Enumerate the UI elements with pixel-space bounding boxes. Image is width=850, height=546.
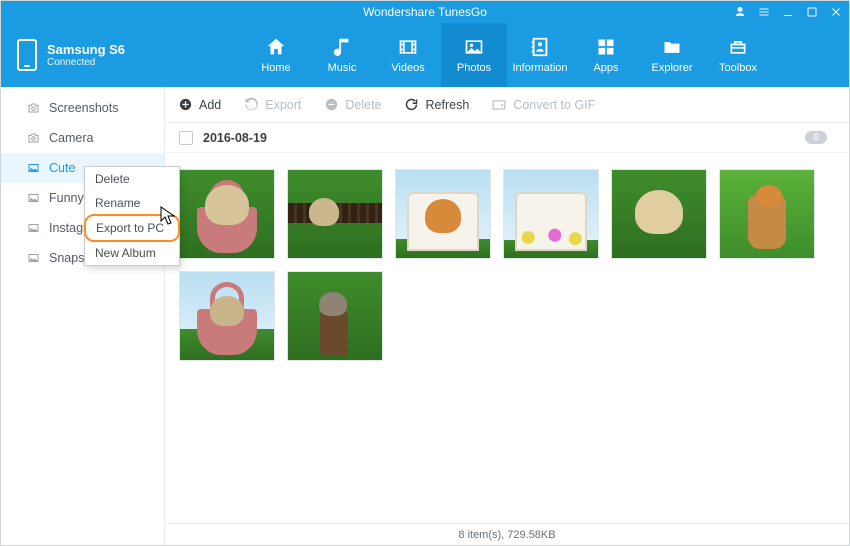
context-menu-new-album[interactable]: New Album [85, 241, 179, 265]
video-icon [395, 36, 421, 58]
nav-toolbox[interactable]: Toolbox [705, 23, 771, 87]
export-button[interactable]: Export [243, 97, 301, 113]
gif-icon [491, 97, 507, 113]
nav-apps[interactable]: Apps [573, 23, 639, 87]
device-status: Connected [47, 57, 125, 68]
device-panel[interactable]: Samsung S6 Connected [1, 23, 165, 87]
menu-icon[interactable] [757, 5, 771, 19]
photo-thumbnail[interactable] [395, 169, 491, 259]
titlebar: Wondershare TunesGo [1, 1, 849, 23]
photo-thumbnail[interactable] [503, 169, 599, 259]
nav-music[interactable]: Music [309, 23, 375, 87]
image-icon [25, 251, 41, 265]
window-controls [733, 1, 843, 23]
nav-explorer[interactable]: Explorer [639, 23, 705, 87]
nav-label: Explorer [652, 62, 693, 74]
image-icon [25, 191, 41, 205]
toolbar-label: Export [265, 98, 301, 112]
contacts-icon [527, 36, 553, 58]
device-name: Samsung S6 [47, 42, 125, 57]
phone-icon [17, 39, 37, 71]
delete-button[interactable]: Delete [323, 97, 381, 113]
date-section-header[interactable]: 2016-08-19 8 [165, 123, 849, 153]
photo-thumbnail[interactable] [179, 271, 275, 361]
plus-icon [177, 97, 193, 113]
nav-videos[interactable]: Videos [375, 23, 441, 87]
toolbar-label: Refresh [426, 98, 470, 112]
photo-thumbnail[interactable] [611, 169, 707, 259]
content-area: Screenshots Camera Cute Funny Instagram … [1, 87, 849, 545]
toolbox-icon [725, 36, 751, 58]
top-nav: Home Music Videos Photos Information App… [165, 23, 849, 87]
nav-label: Apps [593, 62, 618, 74]
photos-icon [461, 36, 487, 58]
nav-label: Home [261, 62, 290, 74]
section-count-badge: 8 [805, 131, 827, 144]
photo-thumbnail[interactable] [719, 169, 815, 259]
context-menu-delete[interactable]: Delete [85, 167, 179, 191]
image-icon [25, 161, 41, 175]
nav-label: Photos [457, 62, 491, 74]
add-button[interactable]: Add [177, 97, 221, 113]
maximize-icon[interactable] [805, 5, 819, 19]
nav-label: Videos [391, 62, 424, 74]
minimize-icon[interactable] [781, 5, 795, 19]
app-title: Wondershare TunesGo [363, 5, 487, 19]
image-icon [25, 221, 41, 235]
toolbar-label: Delete [345, 98, 381, 112]
status-text: 8 item(s), 729.58KB [458, 529, 555, 541]
sidebar-item-camera[interactable]: Camera [1, 123, 164, 153]
home-icon [263, 36, 289, 58]
sidebar: Screenshots Camera Cute Funny Instagram … [1, 87, 165, 545]
sidebar-label: Cute [49, 161, 75, 175]
refresh-icon [404, 97, 420, 113]
refresh-button[interactable]: Refresh [404, 97, 470, 113]
camera-icon [25, 101, 41, 115]
user-icon[interactable] [733, 5, 747, 19]
nav-label: Music [328, 62, 357, 74]
main-panel: Add Export Delete Refresh Convert to GIF… [165, 87, 849, 545]
close-icon[interactable] [829, 5, 843, 19]
folder-icon [659, 36, 685, 58]
export-icon [243, 97, 259, 113]
sidebar-label: Screenshots [49, 101, 118, 115]
toolbar: Add Export Delete Refresh Convert to GIF [165, 87, 849, 123]
nav-photos[interactable]: Photos [441, 23, 507, 87]
photo-grid [165, 153, 849, 377]
nav-information[interactable]: Information [507, 23, 573, 87]
nav-label: Information [512, 62, 567, 74]
toolbar-label: Convert to GIF [513, 98, 595, 112]
status-bar: 8 item(s), 729.58KB [165, 523, 849, 545]
delete-icon [323, 97, 339, 113]
camera-icon [25, 131, 41, 145]
cursor-icon [160, 206, 176, 226]
apps-icon [593, 36, 619, 58]
music-icon [329, 36, 355, 58]
photo-thumbnail[interactable] [179, 169, 275, 259]
select-all-checkbox[interactable] [179, 131, 193, 145]
photo-thumbnail[interactable] [287, 169, 383, 259]
photo-thumbnail[interactable] [287, 271, 383, 361]
header: Samsung S6 Connected Home Music Videos P… [1, 23, 849, 87]
sidebar-label: Camera [49, 131, 93, 145]
convert-gif-button[interactable]: Convert to GIF [491, 97, 595, 113]
sidebar-label: Funny [49, 191, 84, 205]
nav-home[interactable]: Home [243, 23, 309, 87]
nav-label: Toolbox [719, 62, 757, 74]
sidebar-item-screenshots[interactable]: Screenshots [1, 93, 164, 123]
section-date: 2016-08-19 [203, 131, 267, 145]
toolbar-label: Add [199, 98, 221, 112]
